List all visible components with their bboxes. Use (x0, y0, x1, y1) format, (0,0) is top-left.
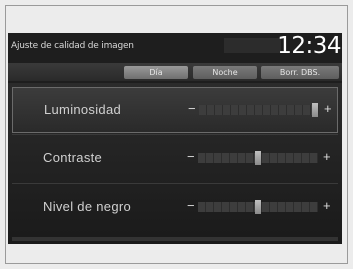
setting-row-contraste[interactable]: Contraste − + (12, 136, 338, 182)
decrease-button[interactable]: − (187, 198, 195, 213)
scroll-indicator (12, 237, 338, 241)
divider (12, 183, 338, 184)
increase-button[interactable]: + (324, 101, 332, 116)
setting-label: Luminosidad (44, 102, 122, 117)
slider-knob[interactable] (312, 103, 318, 117)
tab-dia[interactable]: Día (124, 66, 188, 79)
header-bar: Ajuste de calidad de imagen 12:34 (8, 33, 342, 61)
divider (12, 134, 338, 135)
setting-row-luminosidad[interactable]: Luminosidad − + (12, 87, 338, 133)
setting-row-nivel-de-negro[interactable]: Nivel de negro − + (12, 185, 338, 231)
level-slider[interactable] (199, 103, 319, 117)
setting-label: Contraste (43, 150, 103, 165)
display-screen: Ajuste de calidad de imagen 12:34 Día No… (8, 33, 342, 244)
slider-knob[interactable] (255, 151, 261, 165)
clock: 12:34 (277, 33, 341, 59)
increase-button[interactable]: + (323, 149, 331, 164)
page-title: Ajuste de calidad de imagen (11, 41, 134, 51)
settings-list: Luminosidad − + Contraste − + Nivel de n… (8, 83, 342, 244)
setting-label: Nivel de negro (43, 199, 132, 214)
decrease-button[interactable]: − (188, 101, 196, 116)
increase-button[interactable]: + (323, 198, 331, 213)
decrease-button[interactable]: − (187, 149, 195, 164)
level-slider[interactable] (198, 151, 318, 165)
tab-noche[interactable]: Noche (193, 66, 257, 79)
level-slider[interactable] (198, 200, 318, 214)
tab-borrar-dbs[interactable]: Borr. DBS. (261, 66, 339, 79)
tab-bar: Día Noche Borr. DBS. (8, 63, 342, 81)
header-status-box (224, 38, 281, 53)
slider-knob[interactable] (255, 200, 261, 214)
